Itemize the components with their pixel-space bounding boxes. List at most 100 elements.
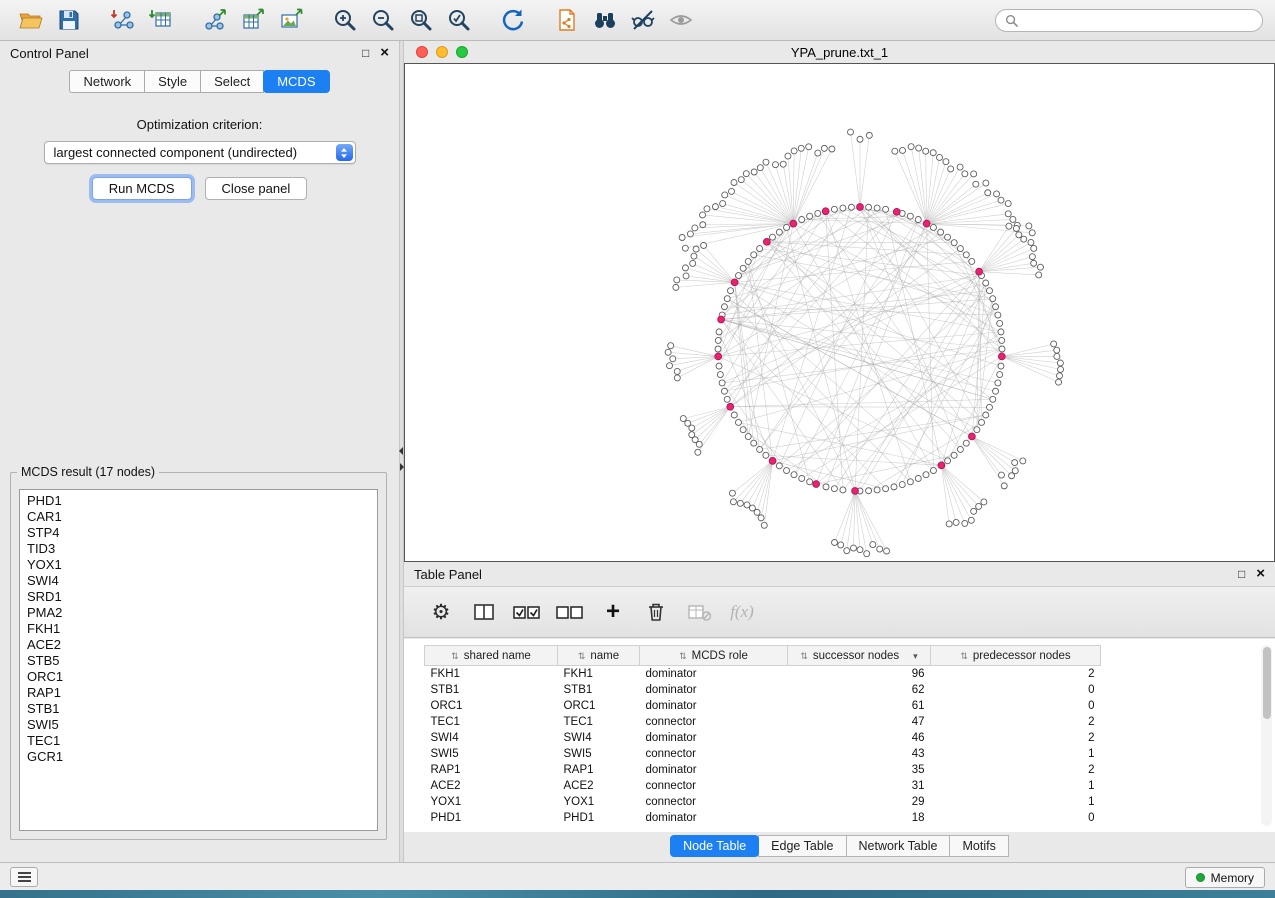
network-node[interactable] (883, 206, 889, 212)
network-node[interactable] (883, 486, 889, 492)
network-node[interactable] (700, 212, 706, 218)
export-table-button[interactable] (234, 4, 272, 36)
mcds-result-list[interactable]: PHD1CAR1STP4TID3YOX1SWI4SRD1PMA2FKH1ACE2… (19, 489, 378, 831)
network-node[interactable] (990, 296, 996, 302)
tab-edge-table[interactable]: Edge Table (758, 835, 846, 857)
mcds-node[interactable] (769, 457, 776, 464)
network-node[interactable] (1021, 236, 1027, 242)
select-all-columns-button[interactable] (510, 594, 544, 630)
table-row[interactable]: SWI5SWI5connector431 (425, 746, 1101, 762)
mcds-result-item[interactable]: CAR1 (27, 509, 370, 525)
network-node[interactable] (840, 487, 846, 493)
mcds-result-item[interactable]: ORC1 (27, 669, 370, 685)
network-node[interactable] (717, 372, 723, 378)
network-node[interactable] (1031, 245, 1037, 251)
network-node[interactable] (857, 136, 863, 142)
mcds-result-item[interactable]: YOX1 (27, 557, 370, 573)
network-node[interactable] (1036, 272, 1042, 278)
network-node[interactable] (915, 217, 921, 223)
delete-column-button[interactable] (639, 594, 673, 630)
network-node[interactable] (997, 320, 1003, 326)
network-node[interactable] (951, 452, 957, 458)
network-node[interactable] (806, 144, 812, 150)
mcds-result-item[interactable]: SRD1 (27, 589, 370, 605)
network-node[interactable] (776, 229, 782, 235)
network-node[interactable] (791, 148, 797, 154)
mcds-node[interactable] (718, 316, 725, 323)
network-node[interactable] (700, 222, 706, 228)
column-header-predecessor-nodes[interactable]: ⇅predecessor nodes (931, 646, 1101, 666)
network-node[interactable] (1026, 223, 1032, 229)
network-node[interactable] (1028, 239, 1034, 245)
network-node[interactable] (983, 412, 989, 418)
tab-select[interactable]: Select (200, 70, 264, 93)
export-image-button[interactable] (272, 4, 310, 36)
minimize-window-button[interactable] (436, 46, 448, 58)
network-node[interactable] (899, 482, 905, 488)
network-node[interactable] (680, 416, 686, 422)
run-mcds-button[interactable]: Run MCDS (92, 177, 192, 200)
network-node[interactable] (844, 548, 850, 554)
network-node[interactable] (690, 260, 696, 266)
network-node[interactable] (864, 551, 870, 557)
network-node[interactable] (693, 246, 699, 252)
network-node[interactable] (999, 346, 1005, 352)
network-canvas[interactable] (404, 63, 1275, 562)
network-node[interactable] (728, 288, 734, 294)
network-node[interactable] (957, 164, 963, 170)
network-node[interactable] (1054, 353, 1060, 359)
network-node[interactable] (953, 519, 959, 525)
network-node[interactable] (1051, 341, 1057, 347)
network-node[interactable] (744, 502, 750, 508)
network-node[interactable] (1057, 360, 1063, 366)
mcds-result-item[interactable]: STP4 (27, 525, 370, 541)
network-node[interactable] (999, 337, 1005, 343)
network-node[interactable] (840, 205, 846, 211)
network-node[interactable] (998, 472, 1004, 478)
network-node[interactable] (916, 145, 922, 151)
mcds-result-item[interactable]: SWI5 (27, 717, 370, 733)
network-node[interactable] (969, 258, 975, 264)
network-node[interactable] (823, 484, 829, 490)
column-header-successor-nodes[interactable]: ⇅successor nodes▾ (788, 646, 931, 666)
mcds-node[interactable] (968, 433, 975, 440)
network-node[interactable] (930, 150, 936, 156)
network-node[interactable] (986, 404, 992, 410)
network-node[interactable] (798, 145, 804, 151)
mcds-result-item[interactable]: PMA2 (27, 605, 370, 621)
network-node[interactable] (957, 446, 963, 452)
mcds-result-item[interactable]: RAP1 (27, 685, 370, 701)
network-node[interactable] (907, 479, 913, 485)
network-node[interactable] (772, 162, 778, 168)
network-node[interactable] (1056, 373, 1062, 379)
network-node[interactable] (983, 280, 989, 286)
network-node[interactable] (979, 419, 985, 425)
network-node[interactable] (716, 363, 722, 369)
network-node[interactable] (946, 521, 952, 527)
network-node[interactable] (679, 235, 685, 241)
network-node[interactable] (995, 380, 1001, 386)
zoom-fit-button[interactable] (402, 4, 440, 36)
network-node[interactable] (993, 388, 999, 394)
network-node[interactable] (780, 161, 786, 167)
network-node[interactable] (740, 427, 746, 433)
network-node[interactable] (731, 180, 737, 186)
network-node[interactable] (1016, 232, 1022, 238)
network-node[interactable] (722, 192, 728, 198)
mcds-node[interactable] (976, 268, 983, 275)
network-node[interactable] (776, 463, 782, 469)
network-node[interactable] (751, 440, 757, 446)
network-node[interactable] (815, 150, 821, 156)
network-node[interactable] (704, 206, 710, 212)
zoom-out-button[interactable] (364, 4, 402, 36)
network-node[interactable] (724, 296, 730, 302)
network-node[interactable] (1054, 347, 1060, 353)
table-row[interactable]: PHD1PHD1dominator180 (425, 810, 1101, 826)
network-node[interactable] (745, 258, 751, 264)
network-node[interactable] (815, 210, 821, 216)
network-graph[interactable] (405, 64, 1274, 561)
scrollbar-thumb[interactable] (1263, 647, 1271, 719)
mcds-node[interactable] (852, 488, 859, 495)
mcds-result-item[interactable]: STB1 (27, 701, 370, 717)
mcds-node[interactable] (715, 353, 722, 360)
